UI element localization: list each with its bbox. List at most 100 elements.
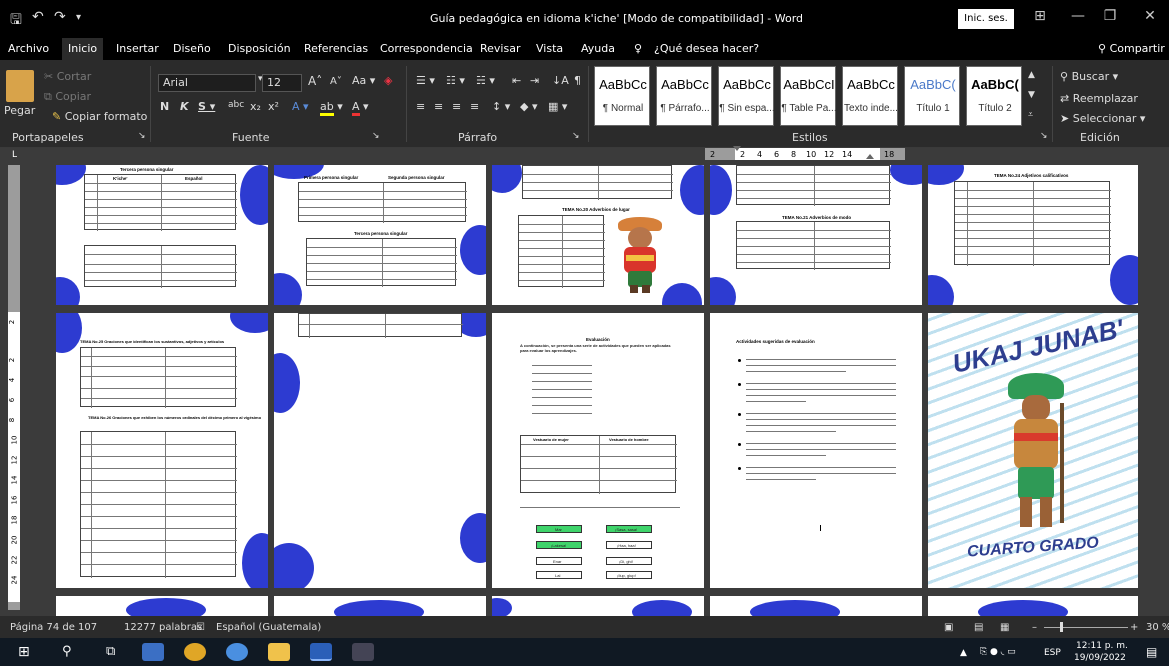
sort-icon[interactable]: ↓A (552, 74, 569, 87)
page-count[interactable]: Página 74 de 107 (10, 622, 97, 633)
share-button[interactable]: ⚲ Compartir (1098, 42, 1165, 55)
multilevel-list-icon[interactable]: ☵ ▾ (476, 74, 495, 87)
line-spacing-icon[interactable]: ↕ ▾ (492, 100, 510, 113)
tab-revisar[interactable]: Revisar (480, 42, 520, 55)
page-thumbnail[interactable] (710, 596, 922, 616)
tray-arrow-icon[interactable]: ▲ (960, 648, 967, 658)
redo-icon[interactable]: ↷ (54, 9, 66, 25)
undo-icon[interactable]: ↶ (32, 9, 44, 25)
bullets-icon[interactable]: ☰ ▾ (416, 74, 435, 87)
styles-scroll-down-icon[interactable]: ▼ (1028, 90, 1035, 100)
style-titulo-2[interactable]: AaBbC( Título 2 (966, 66, 1022, 126)
font-launcher-icon[interactable]: ↘ (372, 131, 380, 141)
page-thumbnail[interactable] (56, 596, 268, 616)
paste-icon[interactable] (6, 70, 34, 102)
page-thumbnail[interactable]: TEMA No.20 Adverbios de lugar (492, 165, 704, 305)
page-thumbnail[interactable]: Tercera persona singular K'iche' Español (56, 165, 268, 305)
zoom-out-icon[interactable]: – (1032, 622, 1037, 633)
show-marks-icon[interactable]: ¶ (574, 74, 581, 87)
minimize-button[interactable]: — (1068, 8, 1088, 24)
page-thumbnail[interactable] (492, 596, 704, 616)
media-app-icon[interactable] (142, 643, 164, 661)
justify-icon[interactable]: ≡ (470, 100, 479, 113)
grow-font-icon[interactable]: A˄ (308, 74, 322, 88)
tab-referencias[interactable]: Referencias (304, 42, 368, 55)
tell-me-search[interactable]: ¿Qué desea hacer? (654, 42, 759, 55)
superscript-icon[interactable]: x² (268, 100, 279, 113)
styles-more-icon[interactable]: ⩡ (1028, 110, 1033, 120)
app-icon[interactable] (352, 643, 374, 661)
web-layout-icon[interactable]: ▦ (1000, 622, 1009, 633)
shrink-font-icon[interactable]: A˅ (330, 76, 342, 87)
notification-icon[interactable]: ▤ (1146, 645, 1157, 659)
change-case-icon[interactable]: Aa ▾ (352, 74, 375, 87)
tab-vista[interactable]: Vista (536, 42, 563, 55)
windows-start-icon[interactable]: ⊞ (18, 644, 30, 660)
page-thumbnail[interactable]: Actividades sugeridas de evaluación (710, 313, 922, 588)
word-app-icon[interactable] (310, 643, 332, 661)
proofing-icon[interactable]: ☑ (196, 622, 205, 633)
copy-button[interactable]: ⧉ Copiar (44, 90, 91, 104)
page-thumbnail[interactable] (274, 313, 486, 588)
tab-diseno[interactable]: Diseño (173, 42, 211, 55)
close-button[interactable]: ✕ (1140, 8, 1160, 24)
shading-icon[interactable]: ◆ ▾ (520, 100, 537, 113)
tab-disposicion[interactable]: Disposición (228, 42, 291, 55)
restore-button[interactable]: ❐ (1100, 8, 1120, 24)
task-view-icon[interactable]: ⧉ (106, 644, 115, 659)
paste-button[interactable]: Pegar (4, 104, 35, 117)
page-thumbnail[interactable]: TEMA No.21 Adverbios de modo (710, 165, 922, 305)
find-button[interactable]: ⚲ Buscar ▾ (1060, 70, 1118, 83)
browser-icon[interactable] (226, 643, 248, 661)
tab-ayuda[interactable]: Ayuda (581, 42, 615, 55)
page-thumbnail[interactable]: Evaluación A continuación, se presenta u… (492, 313, 704, 588)
input-language[interactable]: ESP (1044, 648, 1061, 658)
tab-selector-icon[interactable]: L (12, 150, 17, 160)
tab-correspondencia[interactable]: Correspondencia (380, 42, 473, 55)
ribbon-display-icon[interactable]: ⊞ (1030, 8, 1050, 24)
tab-inicio[interactable]: Inicio (62, 38, 104, 60)
indent-marker[interactable] (733, 146, 741, 151)
style-texto-independiente[interactable]: AaBbCc Texto inde... (842, 66, 898, 126)
tab-insertar[interactable]: Insertar (116, 42, 159, 55)
align-center-icon[interactable]: ≡ (434, 100, 443, 113)
font-size-dropdown[interactable]: 12 (262, 74, 302, 92)
highlight-icon[interactable]: ab ▾ (320, 100, 343, 116)
save-icon[interactable]: 🖫 (10, 9, 22, 33)
clock-date[interactable]: 19/09/2022 (1074, 653, 1126, 663)
cut-button[interactable]: ✂ Cortar (44, 70, 91, 83)
page-thumbnail[interactable]: Primera persona singular Segunda persona… (274, 165, 486, 305)
zoom-slider-thumb[interactable] (1060, 622, 1063, 632)
page-thumbnail[interactable]: TEMA No.24 Adjetivos calificativos (928, 165, 1138, 305)
chrome-icon[interactable] (184, 643, 206, 661)
style-titulo-1[interactable]: AaBbC( Título 1 (904, 66, 960, 126)
zoom-level[interactable]: 30 % (1146, 622, 1169, 633)
italic-icon[interactable]: K (180, 100, 189, 113)
zoom-in-icon[interactable]: + (1130, 622, 1138, 633)
style-normal[interactable]: AaBbCc ¶ Normal (594, 66, 650, 126)
subscript-icon[interactable]: x₂ (250, 100, 261, 113)
zoom-slider[interactable] (1044, 627, 1128, 628)
style-table-paragraph[interactable]: AaBbCcI ¶ Table Pa... (780, 66, 837, 126)
page-thumbnail[interactable] (928, 596, 1138, 616)
clock-time[interactable]: 12:11 p. m. (1076, 641, 1128, 651)
numbering-icon[interactable]: ☷ ▾ (446, 74, 465, 87)
styles-launcher-icon[interactable]: ↘ (1040, 131, 1048, 141)
strikethrough-icon[interactable]: abc (228, 100, 244, 110)
word-count[interactable]: 12277 palabras (124, 622, 202, 633)
tray-icons[interactable]: ⎘ ● ◟ ▭ (980, 647, 1016, 657)
font-name-dropdown[interactable]: Arial (158, 74, 256, 92)
page-thumbnail[interactable] (274, 596, 486, 616)
clipboard-launcher-icon[interactable]: ↘ (138, 131, 146, 141)
page-thumbnail[interactable]: TEMA No.25 Oraciones que identifican los… (56, 313, 268, 588)
style-sin-espaciado[interactable]: AaBbCc ¶ Sin espa... (718, 66, 775, 126)
sign-in-button[interactable]: Inic. ses. (958, 9, 1014, 29)
right-indent-marker[interactable] (866, 154, 874, 159)
print-layout-icon[interactable]: ▤ (974, 622, 983, 633)
file-explorer-icon[interactable] (268, 643, 290, 661)
align-right-icon[interactable]: ≡ (452, 100, 461, 113)
select-button[interactable]: ➤ Seleccionar ▾ (1060, 112, 1145, 125)
align-left-icon[interactable]: ≡ (416, 100, 425, 113)
decrease-indent-icon[interactable]: ⇤ (512, 74, 521, 87)
replace-button[interactable]: ⇄ Reemplazar (1060, 92, 1138, 105)
